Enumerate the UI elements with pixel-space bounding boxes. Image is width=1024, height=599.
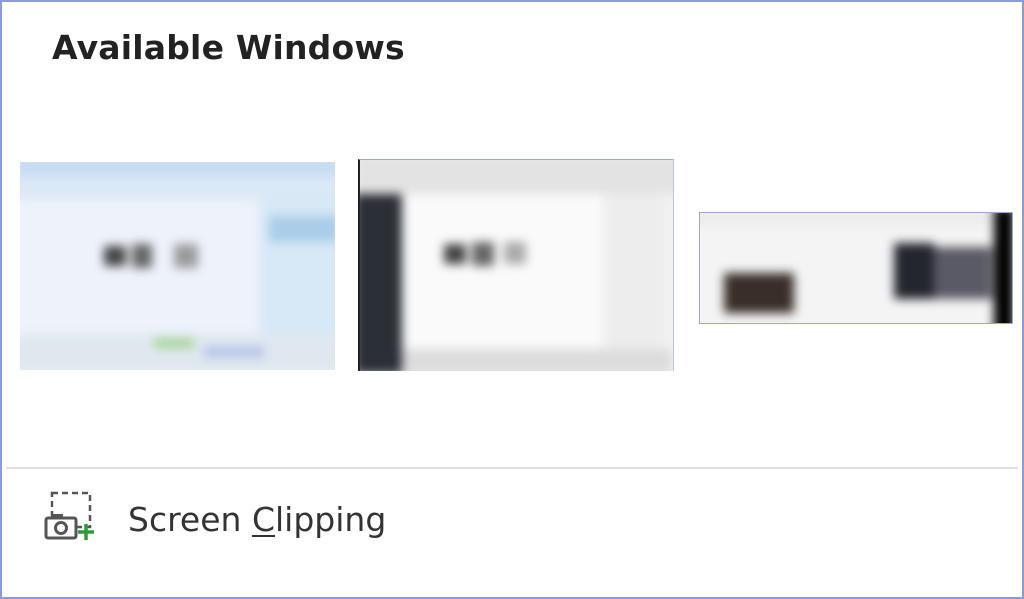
accesskey-letter: C xyxy=(251,500,275,539)
window-thumbnail-preview xyxy=(20,162,335,370)
screen-clipping-label: Screen Clipping xyxy=(128,500,387,539)
window-thumbnail-2[interactable] xyxy=(358,159,674,371)
section-divider xyxy=(6,467,1018,469)
window-thumbnail-preview xyxy=(700,213,1012,323)
available-windows-panel: Available Windows Screen Clipping xyxy=(0,0,1024,599)
screen-clipping-button[interactable]: Screen Clipping xyxy=(32,484,452,554)
window-thumbnail-3[interactable] xyxy=(699,212,1013,324)
window-thumbnail-preview xyxy=(360,160,673,371)
panel-heading: Available Windows xyxy=(52,28,405,67)
camera-plus-icon xyxy=(44,491,94,540)
window-thumbnail-1[interactable] xyxy=(20,162,335,370)
